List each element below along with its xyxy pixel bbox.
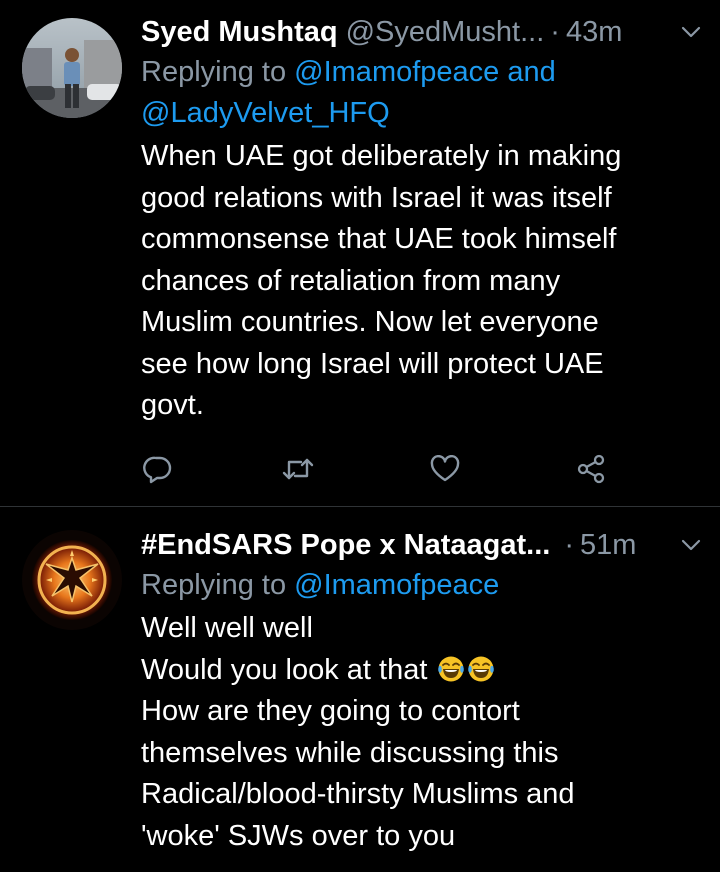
tweet-text-line: govt. (141, 389, 204, 421)
tweet-header: #EndSARS Pope x Nataagat... · 51m (141, 525, 702, 565)
tweet-actions-bar (141, 452, 621, 488)
avatar[interactable] (22, 18, 122, 118)
separator-dot: · (550, 15, 560, 48)
display-name[interactable]: #EndSARS Pope x Nataagat... (141, 529, 550, 562)
share-icon[interactable] (574, 452, 608, 486)
user-handle[interactable]: @SyedMusht... (346, 16, 545, 49)
mention-link[interactable]: @Imamofpeace (294, 56, 499, 88)
retweet-icon[interactable] (281, 452, 315, 486)
chevron-down-icon[interactable] (680, 534, 702, 556)
tweet-header: Syed Mushtaq @SyedMusht... · 43m (141, 12, 702, 52)
separator-dot: · (564, 528, 574, 561)
tears-of-joy-emoji-icon (438, 656, 465, 681)
tweet-text-line: Would you look at that (141, 653, 428, 686)
tweet-text: Well well well Would you look at that Ho… (141, 608, 702, 857)
mention-link[interactable]: @LadyVelvet_HFQ (141, 97, 390, 129)
reply-icon[interactable] (141, 452, 175, 486)
reply-prefix: Replying to (141, 569, 287, 601)
tweet-text-line: Well well well (141, 612, 313, 644)
reply-prefix: Replying to (141, 56, 287, 88)
tweet-card[interactable]: Syed Mushtaq @SyedMusht... · 43m Replyin… (0, 0, 720, 507)
tweet-text-line-with-emoji: Would you look at that (141, 650, 702, 692)
tweet-card[interactable]: #EndSARS Pope x Nataagat... · 51m Replyi… (0, 507, 720, 872)
profile-photo-man-icon (22, 18, 122, 118)
tweet-content: #EndSARS Pope x Nataagat... · 51m Replyi… (141, 525, 702, 857)
tweet-text: When UAE got deliberately in making good… (141, 136, 702, 427)
like-icon[interactable] (428, 452, 462, 486)
tweet-text-line: commonsense that UAE took himself (141, 223, 617, 255)
tweet-text-line: How are they going to contort (141, 695, 520, 727)
tweet-text-line: themselves while discussing this (141, 736, 559, 769)
reply-context-line-2: @LadyVelvet_HFQ (141, 93, 702, 134)
tears-of-joy-emoji-icon (468, 656, 495, 681)
reply-context: Replying to @Imamofpeace and (141, 52, 702, 93)
tweet-text-line: When UAE got deliberately in making (141, 140, 622, 172)
chevron-down-icon[interactable] (680, 21, 702, 43)
mention-link[interactable]: @Imamofpeace (294, 569, 499, 601)
mockingjay-fire-icon (22, 530, 122, 630)
tweet-text-line: Muslim countries. Now let everyone (141, 306, 599, 338)
reply-and-text: and (507, 56, 556, 88)
timestamp[interactable]: 51m (580, 529, 636, 562)
timestamp[interactable]: 43m (566, 16, 622, 49)
tweet-content: Syed Mushtaq @SyedMusht... · 43m Replyin… (141, 12, 702, 427)
tweet-text-line: good relations with Israel it was itself (141, 181, 612, 214)
reply-context: Replying to @Imamofpeace (141, 565, 702, 606)
tweet-text-line: Radical/blood-thirsty Muslims and (141, 778, 575, 810)
tweet-text-line: chances of retaliation from many (141, 264, 561, 297)
display-name[interactable]: Syed Mushtaq (141, 16, 338, 49)
tweet-text-line: 'woke' SJWs over to you (141, 819, 456, 852)
tweet-text-line: see how long Israel will protect UAE (141, 347, 604, 380)
avatar[interactable] (22, 530, 122, 630)
